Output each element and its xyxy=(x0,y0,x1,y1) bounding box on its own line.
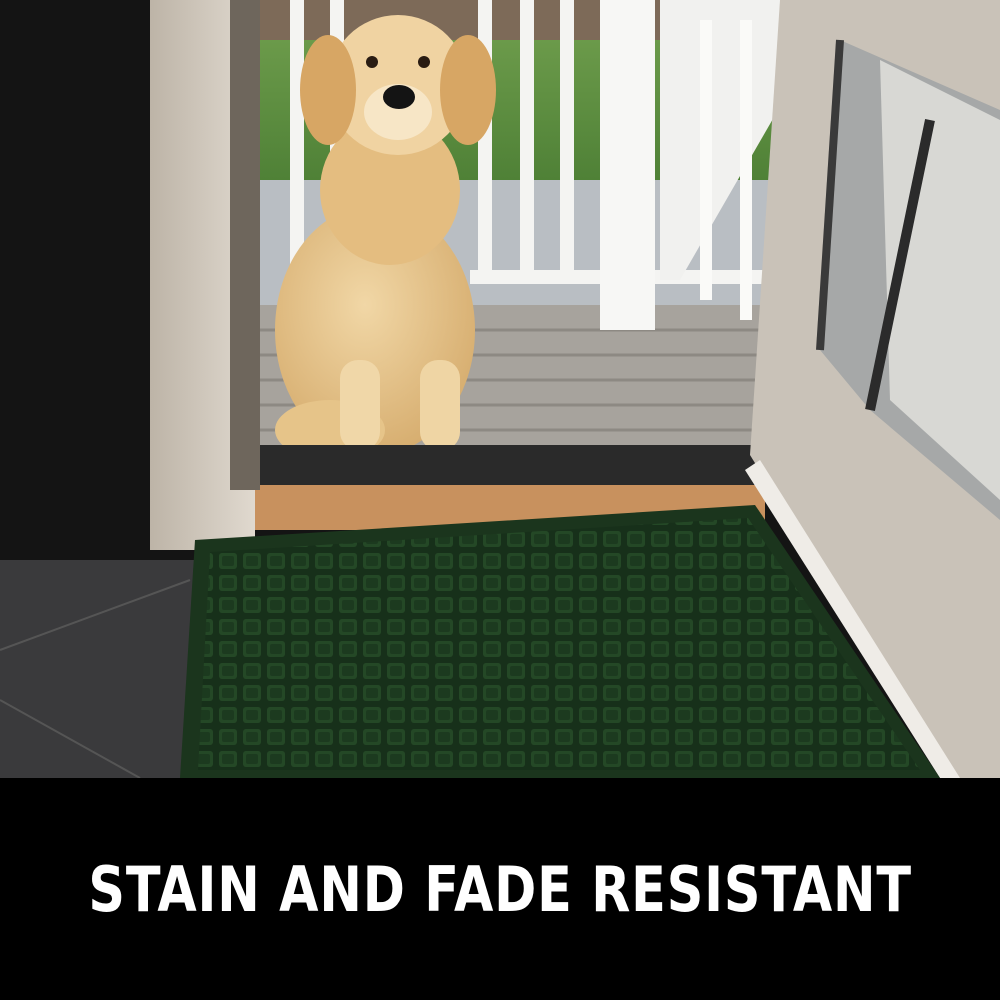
caption-text: STAIN AND FADE RESISTANT xyxy=(88,852,912,926)
floor-tile xyxy=(0,560,200,778)
product-photo xyxy=(0,0,1000,778)
caption-band: STAIN AND FADE RESISTANT xyxy=(0,778,1000,1000)
